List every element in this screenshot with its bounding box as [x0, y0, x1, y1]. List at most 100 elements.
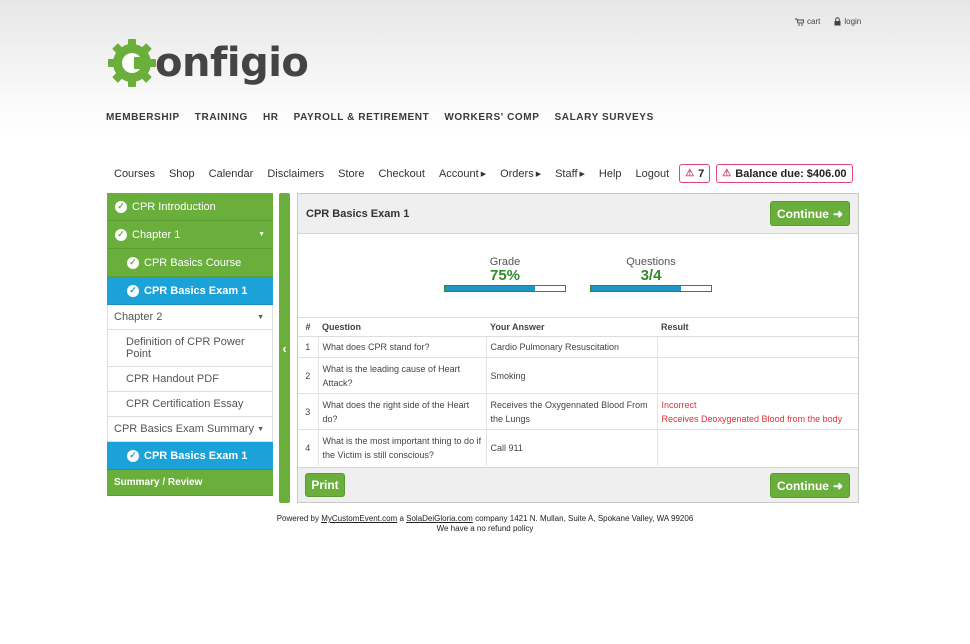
continue-button-top[interactable]: Continue ➜	[770, 201, 850, 226]
sidebar-item-chapter-1[interactable]: ✓ Chapter 1	[107, 221, 273, 249]
sidebar-item-label: CPR Handout PDF	[126, 373, 219, 385]
warning-icon: ⚠	[722, 168, 732, 179]
subnav-shop[interactable]: Shop	[169, 168, 195, 180]
site-logo[interactable]: onfigio	[107, 38, 309, 88]
continue-label: Continue	[776, 206, 829, 221]
question-number: 3	[298, 393, 319, 430]
subnav-help[interactable]: Help	[599, 168, 622, 180]
sidebar-item-cpr-basics-course[interactable]: ✓ CPR Basics Course	[107, 249, 273, 277]
sidebar-item-chapter-2[interactable]: Chapter 2	[107, 305, 273, 330]
arrow-right-icon: ➜	[832, 478, 844, 493]
arrow-right-icon: ➜	[832, 206, 844, 221]
login-label: login	[844, 17, 862, 26]
print-button[interactable]: Print	[305, 473, 345, 497]
question-number: 4	[298, 429, 319, 466]
nav-workers-comp[interactable]: WORKERS' COMP	[444, 112, 539, 123]
answer-text: Smoking	[486, 357, 658, 394]
question-text: What is the leading cause of Heart Attac…	[318, 357, 487, 394]
balance-text: Balance due: $406.00	[735, 167, 847, 180]
sidebar-item-summary-review[interactable]: Summary / Review	[107, 470, 273, 496]
sidebar-item-cpr-basics-exam-summary[interactable]: CPR Basics Exam Summary	[107, 417, 273, 442]
alerts-count: 7	[698, 167, 705, 180]
questions-value: 3/4	[640, 267, 662, 284]
table-header-row: # Question Your Answer Result	[298, 318, 858, 337]
sidebar-item-cpr-introduction[interactable]: ✓ CPR Introduction	[107, 193, 273, 221]
chevron-down-icon[interactable]	[254, 426, 272, 433]
alerts-badge[interactable]: ⚠ 7	[679, 164, 711, 183]
correct-answer: Receives Deoxygenated Blood from the bod…	[661, 413, 843, 424]
subnav-logout[interactable]: Logout	[636, 168, 670, 180]
subnav-orders[interactable]: Orders	[500, 168, 541, 180]
nav-payroll-retirement[interactable]: PAYROLL & RETIREMENT	[294, 112, 430, 123]
subnav-orders-label: Orders	[500, 167, 534, 180]
chevron-down-icon[interactable]	[162, 314, 272, 321]
sidebar-item-label: CPR Basics Exam 1	[144, 449, 248, 462]
sidebar-item-label: Summary / Review	[114, 477, 203, 488]
cart-link[interactable]: cart	[795, 17, 820, 26]
sidebar-item-label: CPR Basics Course	[144, 256, 242, 269]
sidebar-item-definition-of-cpr[interactable]: Definition of CPR Power Point	[107, 330, 273, 367]
footer-powered-line: Powered by MyCustomEvent.com a SolaDeiGl…	[0, 514, 970, 524]
chevron-left-icon: ‹	[282, 340, 287, 356]
questions-progress-fill	[591, 286, 681, 291]
question-text: What is the most important thing to do i…	[318, 429, 487, 466]
sidebar-item-cpr-basics-exam-1-active[interactable]: ✓ CPR Basics Exam 1	[107, 277, 273, 305]
warning-icon: ⚠	[685, 168, 695, 179]
balance-badge[interactable]: ⚠ Balance due: $406.00	[716, 164, 853, 183]
grade-stat: Grade 75%	[444, 256, 566, 292]
subnav-disclaimers[interactable]: Disclaimers	[267, 168, 324, 180]
sidebar-item-label: CPR Basics Exam 1	[144, 284, 248, 297]
footer-powered-by: Powered by	[276, 514, 319, 523]
grade-progress-fill	[445, 286, 535, 291]
subnav-staff-label: Staff	[555, 167, 578, 180]
result-cell	[657, 357, 858, 394]
footer-link-soladeigloria[interactable]: SolaDeiGloria.com	[406, 514, 473, 523]
sidebar-item-cpr-handout[interactable]: CPR Handout PDF	[107, 367, 273, 392]
nav-salary-surveys[interactable]: SALARY SURVEYS	[555, 112, 654, 123]
subnav-account[interactable]: Account	[439, 168, 486, 180]
subnav-calendar[interactable]: Calendar	[209, 168, 254, 180]
subnav-store[interactable]: Store	[338, 168, 364, 180]
footer-link-mycustomevent[interactable]: MyCustomEvent.com	[321, 514, 397, 523]
nav-hr[interactable]: HR	[263, 112, 279, 123]
chevron-down-icon[interactable]	[180, 231, 273, 238]
gear-c-logo-icon	[108, 39, 156, 87]
check-icon: ✓	[127, 449, 139, 462]
nav-training[interactable]: TRAINING	[195, 112, 248, 123]
footer-a: a	[399, 514, 404, 523]
result-cell	[657, 429, 858, 466]
grade-value: 75%	[489, 267, 521, 284]
print-label: Print	[311, 478, 339, 492]
sidebar-item-cpr-certification-essay[interactable]: CPR Certification Essay	[107, 392, 273, 417]
sidebar-collapse-toggle[interactable]: ‹	[279, 193, 290, 503]
question-number: 1	[298, 336, 319, 358]
column-header-number: #	[298, 318, 318, 337]
nav-membership[interactable]: MEMBERSHIP	[106, 112, 180, 123]
account-navigation: Courses Shop Calendar Disclaimers Store …	[114, 164, 853, 183]
check-icon: ✓	[127, 256, 139, 269]
result-status: Incorrect	[661, 399, 697, 410]
results-table: # Question Your Answer Result 1 What doe…	[298, 318, 858, 466]
table-row: 3 What does the right side of the Heart …	[298, 393, 858, 430]
login-link[interactable]: login	[834, 17, 861, 26]
subnav-courses[interactable]: Courses	[114, 168, 155, 180]
questions-progress-bar	[590, 285, 712, 292]
sidebar-item-label: CPR Certification Essay	[126, 398, 244, 410]
sidebar-item-cpr-basics-exam-1-summary[interactable]: ✓ CPR Basics Exam 1	[107, 442, 273, 470]
logo-wordmark: onfigio	[155, 40, 309, 86]
column-header-your-answer: Your Answer	[486, 318, 657, 337]
continue-button-bottom[interactable]: Continue ➜	[770, 473, 850, 498]
subnav-checkout[interactable]: Checkout	[378, 168, 424, 180]
panel-footer: Print Continue ➜	[298, 467, 858, 502]
question-number: 2	[298, 357, 319, 394]
result-cell: Incorrect Receives Deoxygenated Blood fr…	[657, 393, 858, 430]
footer-refund-policy: We have a no refund policy	[436, 524, 534, 533]
check-icon: ✓	[115, 228, 127, 241]
panel-header: CPR Basics Exam 1 Continue ➜	[298, 194, 858, 234]
lock-icon	[834, 17, 841, 26]
answer-text: Receives the Oxygennated Blood From the …	[486, 393, 658, 430]
subnav-staff[interactable]: Staff	[555, 168, 585, 180]
page-footer: Powered by MyCustomEvent.com a SolaDeiGl…	[0, 514, 970, 534]
subnav-account-label: Account	[438, 167, 479, 180]
score-summary: Grade 75% Questions 3/4	[298, 234, 858, 318]
